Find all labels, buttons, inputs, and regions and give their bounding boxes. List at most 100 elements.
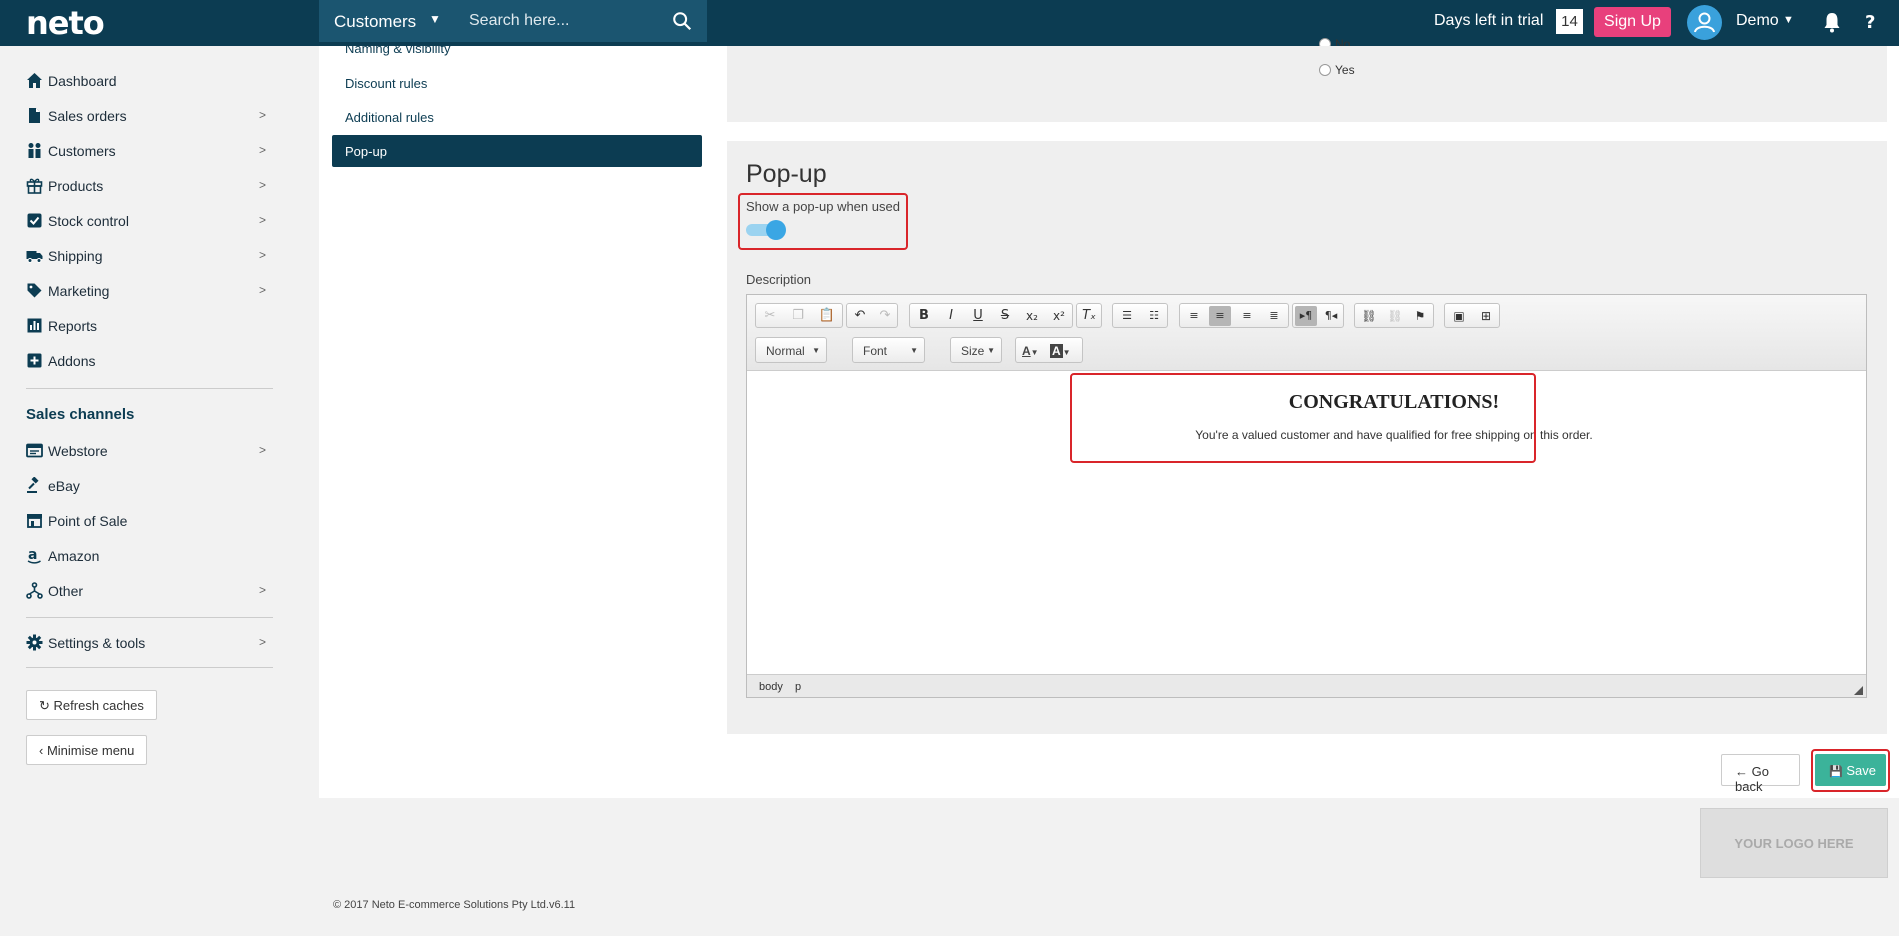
italic-icon[interactable]: I xyxy=(940,306,962,326)
sidebar-item-amazon[interactable]: a Amazon xyxy=(26,545,266,569)
paste-icon[interactable]: 📋 xyxy=(816,306,838,326)
user-avatar-icon[interactable] xyxy=(1687,5,1722,40)
plus-square-icon xyxy=(27,353,42,368)
copy-icon[interactable]: ❐ xyxy=(787,306,809,326)
sidebar-divider xyxy=(26,617,273,618)
anchor-flag-icon[interactable]: ⚑ xyxy=(1409,306,1431,326)
chevron-down-icon[interactable]: ▼ xyxy=(429,12,441,26)
sign-up-button[interactable]: Sign Up xyxy=(1594,7,1671,37)
sidebar-item-point-of-sale[interactable]: Point of Sale xyxy=(26,510,266,534)
editor-status-bar: body p xyxy=(747,674,1866,697)
chevron-down-icon: ▼ xyxy=(812,346,820,355)
paragraph-format-value: Normal xyxy=(766,344,805,358)
sidebar-item-other[interactable]: Other > xyxy=(26,580,266,604)
sidebar-item-stock-control[interactable]: Stock control > xyxy=(26,210,266,234)
cut-icon[interactable]: ✂ xyxy=(759,306,781,326)
sidebar-item-label: Stock control xyxy=(48,213,129,229)
radio-no-label: No xyxy=(1335,37,1351,46)
sidebar-item-marketing[interactable]: Marketing > xyxy=(26,280,266,304)
element-path-body[interactable]: body xyxy=(759,681,783,693)
subnav-item-additional-rules[interactable]: Additional rules xyxy=(345,110,434,125)
svg-text:a: a xyxy=(28,547,37,563)
sidebar-item-products[interactable]: Products > xyxy=(26,175,266,199)
font-select[interactable]: Font ▼ xyxy=(852,337,925,363)
sidebar-item-label: Marketing xyxy=(48,283,110,299)
radio-yes[interactable]: Yes xyxy=(1319,63,1355,77)
paragraph-format-select[interactable]: Normal ▼ xyxy=(755,337,827,363)
background-color-icon[interactable]: A xyxy=(1049,344,1063,358)
user-menu[interactable]: Demo xyxy=(1736,12,1779,30)
color-group: A▼ A ▼ xyxy=(1015,337,1083,363)
link-icon[interactable]: ⛓ xyxy=(1358,306,1380,326)
image-icon[interactable]: ▣ xyxy=(1448,306,1470,326)
section-title: Pop-up xyxy=(746,160,827,188)
sidebar-item-webstore[interactable]: Webstore > xyxy=(26,440,266,464)
table-icon[interactable]: ⊞ xyxy=(1475,306,1497,326)
size-select[interactable]: Size ▼ xyxy=(950,337,1002,363)
logo-placeholder: YOUR LOGO HERE xyxy=(1700,808,1888,878)
bold-icon[interactable]: B xyxy=(913,306,935,326)
sidebar-item-addons[interactable]: Addons xyxy=(26,350,266,374)
justify-icon[interactable]: ≣ xyxy=(1263,306,1285,326)
logo-placeholder-text: YOUR LOGO HERE xyxy=(1734,836,1854,851)
sidebar-item-ebay[interactable]: eBay xyxy=(26,475,266,499)
sidebar-item-shipping[interactable]: Shipping > xyxy=(26,245,266,269)
radio-button[interactable] xyxy=(1319,38,1331,46)
minimise-menu-button[interactable]: ‹ Minimise menu xyxy=(26,735,148,765)
subscript-icon[interactable]: x₂ xyxy=(1021,306,1043,326)
subnav-item-discount-rules[interactable]: Discount rules xyxy=(345,76,427,91)
text-direction-ltr-icon[interactable]: ▸¶ xyxy=(1295,306,1317,326)
text-color-icon[interactable]: A xyxy=(1022,344,1031,358)
sidebar-item-reports[interactable]: Reports xyxy=(26,315,266,339)
remove-format-icon[interactable]: Tₓ xyxy=(1078,306,1100,326)
bulleted-list-icon[interactable]: ☷ xyxy=(1143,306,1165,326)
sidebar-item-label: Products xyxy=(48,178,104,194)
subnav-item-naming-visibility[interactable]: Naming & visibility xyxy=(345,41,450,56)
bar-chart-icon xyxy=(27,318,42,333)
truck-icon xyxy=(26,251,43,263)
help-icon[interactable]: ? xyxy=(1861,11,1881,31)
chevron-right-icon: > xyxy=(258,108,266,122)
home-icon xyxy=(27,73,42,88)
radio-no[interactable]: No xyxy=(1319,37,1350,46)
neto-logo[interactable]: neto xyxy=(26,4,105,42)
numbered-list-icon[interactable]: ☰ xyxy=(1116,306,1138,326)
align-center-icon[interactable]: ≡ xyxy=(1209,306,1231,326)
sidebar-divider xyxy=(26,667,273,668)
text-direction-rtl-icon[interactable]: ¶◂ xyxy=(1320,306,1342,326)
sidebar-item-sales-orders[interactable]: Sales orders > xyxy=(26,105,266,129)
sidebar-item-settings-tools[interactable]: Settings & tools > xyxy=(26,632,266,656)
size-value: Size xyxy=(961,344,985,358)
chevron-down-icon[interactable]: ▼ xyxy=(1783,14,1794,26)
sidebar-item-dashboard[interactable]: Dashboard xyxy=(26,70,266,94)
search-icon[interactable] xyxy=(671,10,693,32)
search-scope-dropdown[interactable]: Customers xyxy=(334,12,416,32)
sidebar-item-customers[interactable]: Customers > xyxy=(26,140,266,164)
editor-toolbar: ✂ ❐ 📋 ↶ ↷ B I U S x₂ x² Tₓ ☰ ☷ ≡ ≡ ≡ ≣ ▸… xyxy=(747,295,1866,371)
refresh-caches-button[interactable]: ↻ Refresh caches xyxy=(26,690,157,720)
go-back-button[interactable]: ← Go back xyxy=(1721,754,1800,794)
sidebar-item-label: Reports xyxy=(48,318,98,334)
people-icon xyxy=(28,143,41,158)
superscript-icon[interactable]: x² xyxy=(1048,306,1070,326)
bell-icon[interactable] xyxy=(1822,11,1842,33)
chevron-down-icon: ▼ xyxy=(1030,348,1039,357)
sidebar-item-label: Amazon xyxy=(48,548,100,564)
radio-button[interactable] xyxy=(1319,64,1331,76)
document-icon xyxy=(29,108,40,123)
align-left-icon[interactable]: ≡ xyxy=(1183,306,1205,326)
search-input[interactable] xyxy=(469,8,669,34)
undo-icon[interactable]: ↶ xyxy=(849,306,871,326)
element-path-p[interactable]: p xyxy=(795,681,801,693)
strikethrough-icon[interactable]: S xyxy=(994,306,1016,326)
resize-handle-icon[interactable] xyxy=(1854,686,1863,695)
browser-icon xyxy=(26,443,43,458)
underline-icon[interactable]: U xyxy=(967,306,989,326)
align-right-icon[interactable]: ≡ xyxy=(1236,306,1258,326)
subnav-item-pop-up[interactable]: Pop-up xyxy=(332,135,702,167)
chevron-right-icon: > xyxy=(258,283,266,297)
unlink-icon[interactable]: ⛓ xyxy=(1384,306,1406,326)
search-bar: Customers ▼ xyxy=(319,0,707,42)
redo-icon[interactable]: ↷ xyxy=(874,306,896,326)
sidebar-item-label: Point of Sale xyxy=(48,513,128,529)
